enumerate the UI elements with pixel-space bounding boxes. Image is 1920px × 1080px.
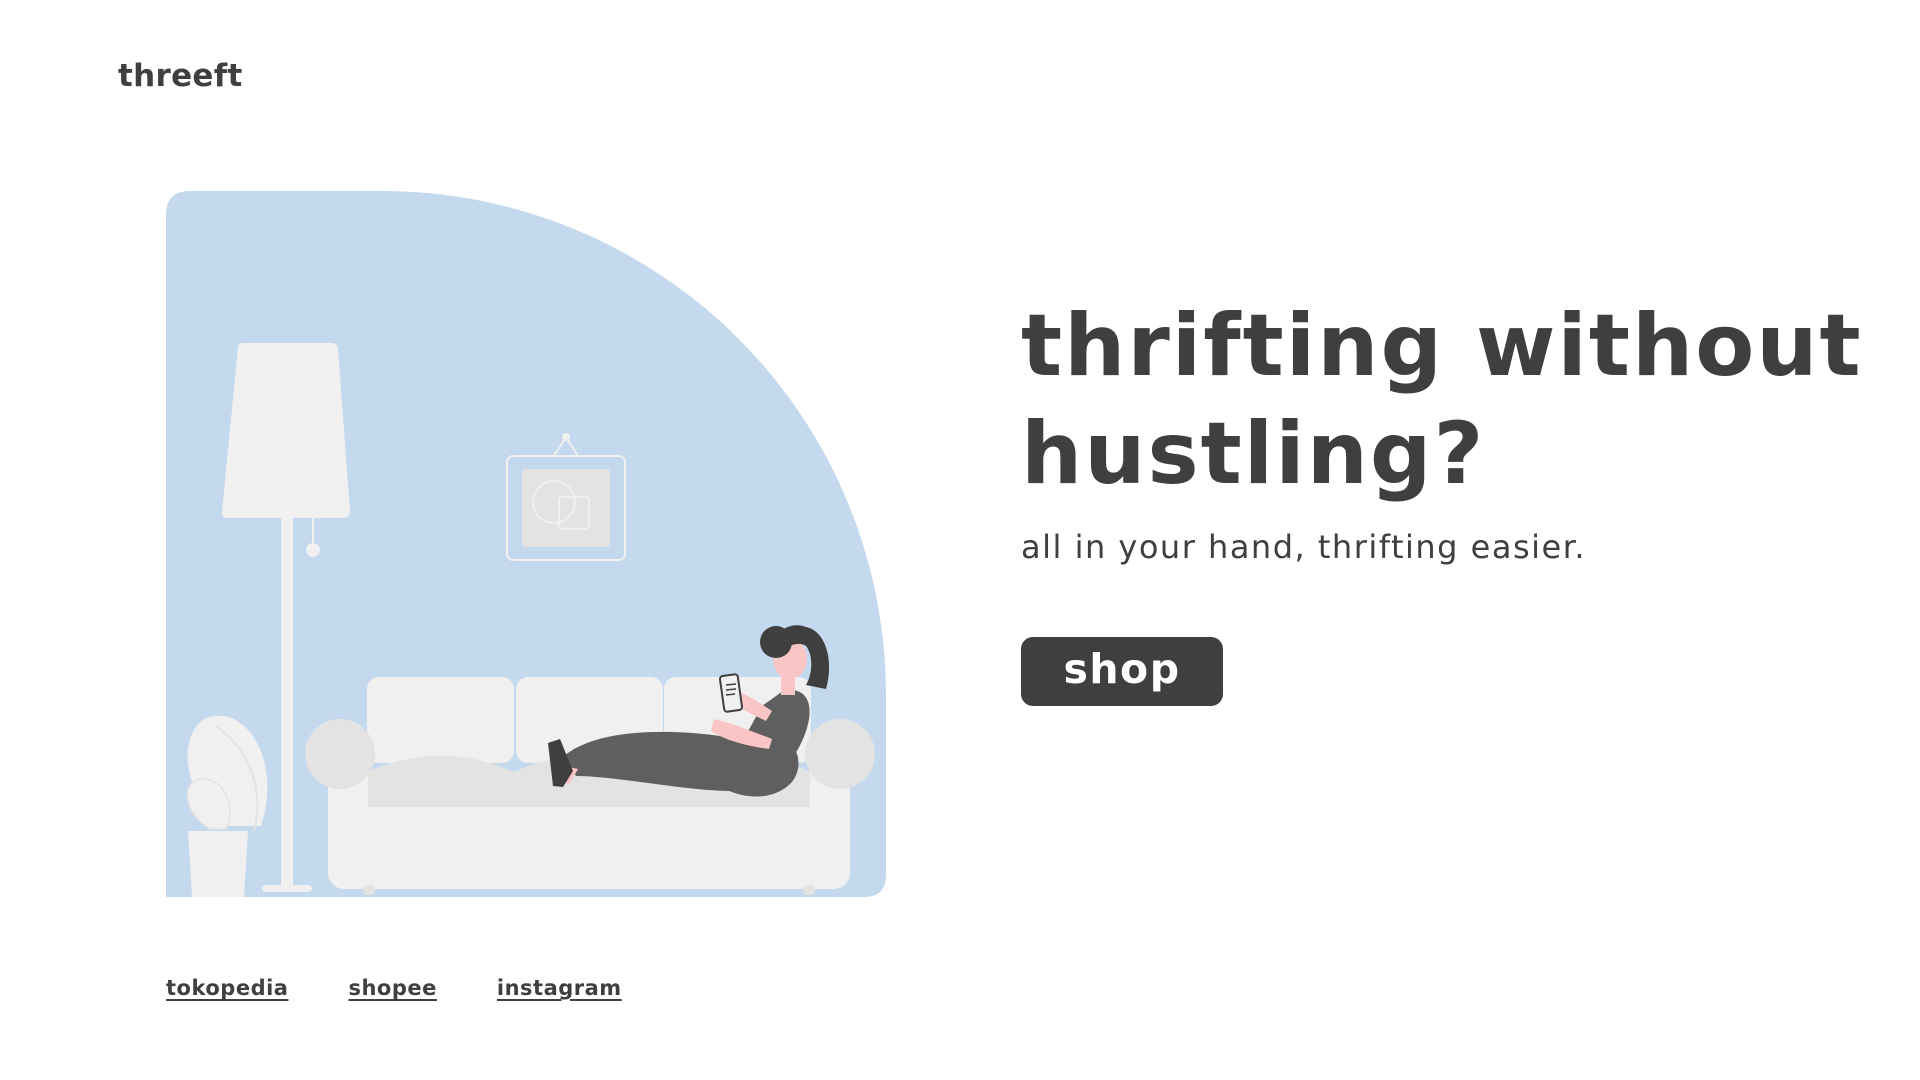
hero-headline-line-1: thrifting without bbox=[1021, 296, 1863, 396]
footer-links: tokopedia shopee instagram bbox=[166, 976, 622, 1000]
landing-page: threeft thrifting without hustling? all … bbox=[0, 0, 1920, 1080]
hero-headline-line-2: hustling? bbox=[1021, 404, 1486, 504]
hero-headline: thrifting without hustling? bbox=[1021, 292, 1881, 508]
shop-button[interactable]: shop bbox=[1021, 637, 1223, 706]
brand-logo[interactable]: threeft bbox=[118, 58, 243, 94]
footer-link-tokopedia[interactable]: tokopedia bbox=[166, 976, 288, 1000]
footer-link-instagram[interactable]: instagram bbox=[497, 976, 622, 1000]
hero-section: thrifting without hustling? all in your … bbox=[1021, 292, 1881, 566]
hero-tagline: all in your hand, thrifting easier. bbox=[1021, 528, 1587, 566]
hero-illustration-svg bbox=[166, 191, 886, 897]
hero-illustration bbox=[166, 191, 886, 897]
footer-link-shopee[interactable]: shopee bbox=[348, 976, 436, 1000]
